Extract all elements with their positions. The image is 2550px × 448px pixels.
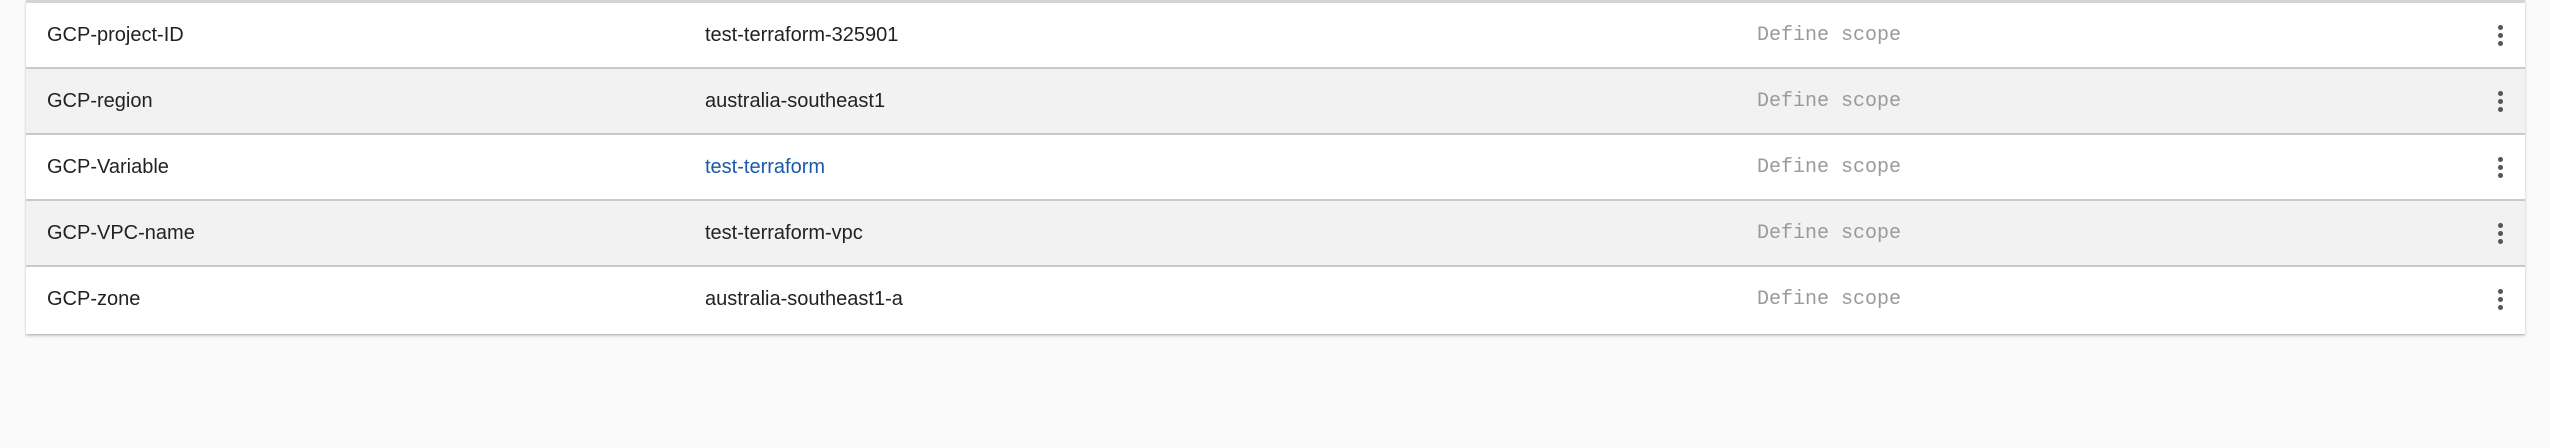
variable-value: test-terraform-vpc: [705, 221, 863, 244]
table-row: GCP-region australia-southeast1 Define s…: [26, 69, 2525, 135]
table-row: GCP-zone australia-southeast1-a Define s…: [26, 267, 2525, 332]
define-scope-link[interactable]: Define scope: [1757, 24, 1901, 47]
variable-value: australia-southeast1-a: [705, 288, 903, 310]
variable-name: GCP-region: [47, 89, 153, 112]
variable-name: GCP-zone: [47, 288, 141, 310]
define-scope-link[interactable]: Define scope: [1757, 90, 1901, 113]
table-row: GCP-project-ID test-terraform-325901 Def…: [26, 3, 2525, 69]
more-vert-icon[interactable]: [2486, 81, 2514, 121]
define-scope-link[interactable]: Define scope: [1757, 222, 1901, 245]
more-vert-icon[interactable]: [2486, 280, 2514, 320]
variables-table: GCP-project-ID test-terraform-325901 Def…: [26, 0, 2525, 334]
variable-name: GCP-VPC-name: [47, 221, 195, 244]
more-vert-icon[interactable]: [2486, 15, 2514, 55]
variable-value-link[interactable]: test-terraform: [705, 156, 825, 179]
variable-name: GCP-project-ID: [47, 23, 184, 46]
variable-value: australia-southeast1: [705, 89, 886, 112]
table-row: GCP-VPC-name test-terraform-vpc Define s…: [26, 201, 2525, 267]
variable-value: test-terraform-325901: [705, 23, 899, 46]
more-vert-icon[interactable]: [2486, 213, 2514, 253]
define-scope-link[interactable]: Define scope: [1757, 288, 1901, 311]
table-row: GCP-Variable test-terraform Define scope: [26, 135, 2525, 201]
variable-name: GCP-Variable: [47, 155, 169, 178]
define-scope-link[interactable]: Define scope: [1757, 156, 1901, 179]
more-vert-icon[interactable]: [2486, 147, 2514, 187]
